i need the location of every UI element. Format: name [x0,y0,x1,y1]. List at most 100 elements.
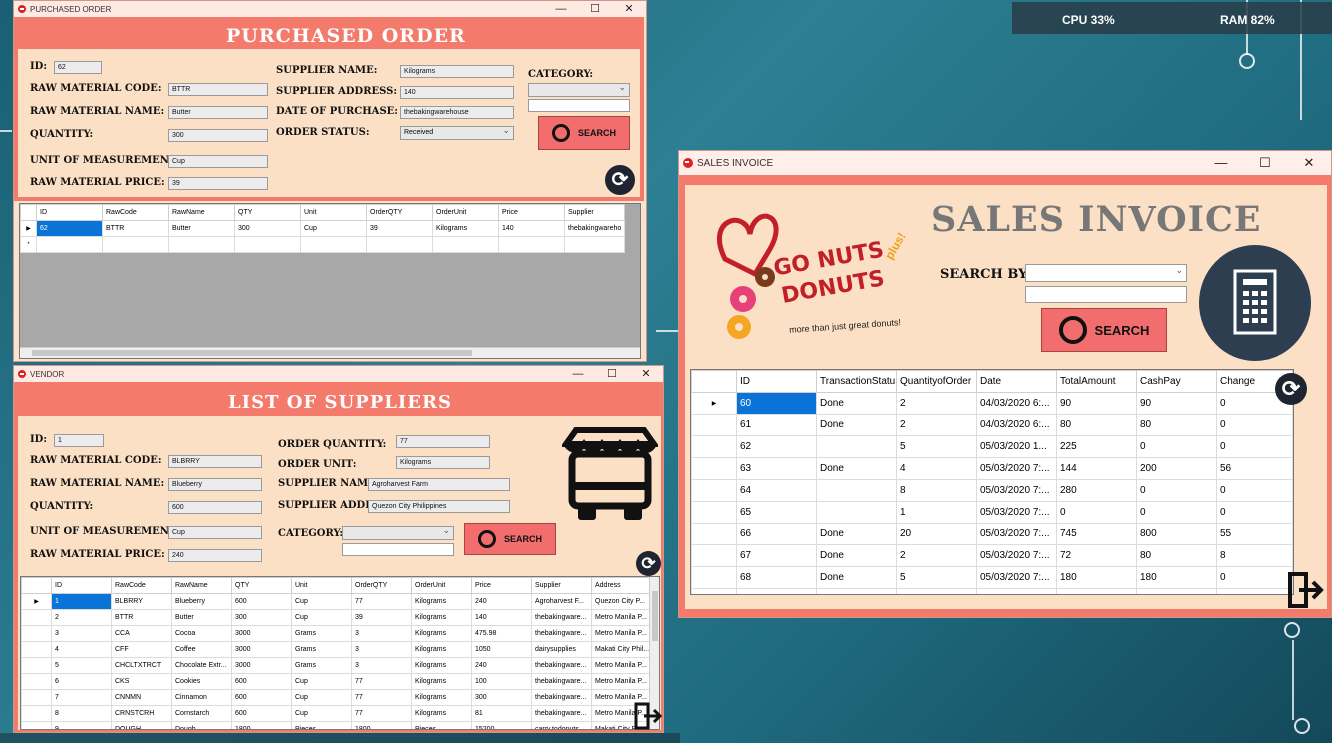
column-header[interactable]: OrderUnit [432,204,499,221]
refresh-icon[interactable]: ⟳ [636,551,661,576]
table-cell[interactable]: 0 [1136,435,1217,459]
table-cell[interactable]: 81 [471,705,532,722]
table-cell[interactable]: Metro Manila P... [591,657,652,674]
table-cell[interactable]: BLBRRY [111,593,172,610]
column-header[interactable]: ID [736,370,817,393]
table-cell[interactable]: 300 [471,689,532,706]
table-cell[interactable]: Done [816,587,897,594]
table-cell[interactable]: Grams [291,641,352,658]
table-cell[interactable]: 745 [1056,522,1137,546]
supplier-grid[interactable]: ID RawCode RawName QTY Unit OrderQTY Ord… [20,576,660,730]
table-cell[interactable]: 180 [1136,566,1217,589]
horizontal-scrollbar[interactable] [20,347,640,358]
table-cell[interactable]: 3 [351,657,412,674]
unit-field[interactable]: Cup [168,155,268,168]
table-cell[interactable]: 3 [351,641,412,658]
table-cell[interactable]: 80 [1056,413,1137,437]
search-button[interactable]: SEARCH [538,116,630,150]
column-header[interactable]: OrderUnit [411,577,472,594]
table-cell[interactable]: 05/03/2020 7:... [976,478,1057,502]
table-cell[interactable]: Agroharvest F... [531,593,592,610]
table-cell[interactable]: 9 [51,721,112,729]
table-cell[interactable]: 66 [736,522,817,546]
raw-name-field[interactable]: Blueberry [168,478,262,491]
table-cell[interactable]: 56 [1216,457,1293,480]
table-cell[interactable]: 77 [351,593,412,610]
table-cell[interactable]: 77 [351,689,412,706]
table-cell[interactable]: 4 [51,641,112,658]
table-row[interactable]: 2 BTTR Butter 300 Cup 39 Kilograms 140 thebaking… [21,609,652,626]
table-cell[interactable]: 5 [896,566,977,589]
table-cell[interactable]: 2 [896,544,977,568]
table-cell[interactable]: Cup [300,220,367,237]
table-cell[interactable]: 0 [1216,566,1293,589]
table-cell[interactable]: 62 [36,220,103,237]
table-row[interactable]: 4 CFF Coffee 3000 Grams 3 Kilograms 1050 dairysu… [21,641,652,658]
table-cell[interactable]: 1800 [351,721,412,729]
supplier-address-field[interactable]: Quezon City Philippines [368,500,510,513]
table-row[interactable]: 67 Done 2 05/03/2020 7:... 72 80 8 [691,544,1293,568]
table-cell[interactable]: 68 [736,566,817,589]
table-cell[interactable]: Cup [291,673,352,690]
table-row[interactable]: 6 CKS Cookies 600 Cup 77 Kilograms 100 thebaking… [21,673,652,690]
table-cell[interactable]: 180 [1056,566,1137,589]
table-cell[interactable]: Kilograms [411,593,472,610]
table-cell[interactable]: Kilograms [411,657,472,674]
table-row[interactable]: 63 Done 4 05/03/2020 7:... 144 200 56 [691,457,1293,480]
table-cell[interactable]: 3 [351,625,412,642]
table-cell[interactable]: Grams [291,625,352,642]
column-header[interactable]: OrderQTY [351,577,412,594]
table-cell[interactable]: dairysupplies [531,641,592,658]
table-row[interactable]: 65 1 05/03/2020 7:... 0 0 0 [691,500,1293,524]
table-cell[interactable]: 8 [51,705,112,722]
table-row[interactable]: 64 8 05/03/2020 7:... 280 0 0 [691,478,1293,502]
table-cell[interactable]: Kilograms [411,641,472,658]
table-cell[interactable]: thebakingware... [531,625,592,642]
table-cell[interactable]: 1 [896,500,977,524]
table-cell[interactable]: 77 [351,705,412,722]
table-cell[interactable]: 1050 [471,641,532,658]
table-cell[interactable]: Kilograms [411,689,472,706]
table-cell[interactable]: 61 [736,413,817,437]
table-cell[interactable]: 140 [471,609,532,626]
table-cell[interactable]: Blueberry [171,593,232,610]
raw-code-field[interactable]: BTTR [168,83,268,96]
table-cell[interactable]: 39 [366,220,433,237]
table-cell[interactable]: 90 [1136,391,1217,415]
table-cell[interactable] [816,478,897,502]
supplier-name-field[interactable]: Agroharvest Farm [368,478,510,491]
table-cell[interactable]: 0 [1056,500,1137,524]
table-cell[interactable]: Done [816,391,897,415]
table-cell[interactable]: Cup [291,705,352,722]
table-cell[interactable]: 0 [1216,478,1293,502]
maximize-button[interactable]: ☐ [1243,151,1287,175]
table-cell[interactable]: 08/03/2020 7:... [976,587,1057,594]
column-header[interactable]: Address [591,577,652,594]
table-cell[interactable]: Metro Manila P... [591,625,652,642]
quantity-field[interactable]: 300 [168,129,268,142]
search-input[interactable] [1025,286,1187,303]
exit-icon[interactable] [634,702,663,730]
table-cell[interactable]: Grams [291,657,352,674]
id-field[interactable]: 1 [54,434,104,447]
column-header[interactable]: Price [498,204,565,221]
table-cell[interactable]: Done [816,522,897,546]
table-cell[interactable]: Metro Manila P... [591,609,652,626]
table-cell[interactable]: BTTR [111,609,172,626]
search-by-dropdown[interactable] [1025,262,1187,282]
table-cell[interactable]: 0 [1136,478,1217,502]
purchase-grid[interactable]: ID RawCode RawName QTY Unit OrderQTY Ord… [19,203,641,359]
unit-field[interactable]: Cup [168,526,262,539]
table-cell[interactable]: 0 [1136,500,1217,524]
table-cell[interactable]: Cup [291,609,352,626]
category-dropdown[interactable] [528,81,630,97]
table-cell[interactable]: Kilograms [411,609,472,626]
table-cell[interactable]: BTTR [102,220,169,237]
column-header[interactable]: QTY [234,204,301,221]
table-cell[interactable]: 80 [1136,544,1217,568]
close-button[interactable]: ✕ [612,1,646,17]
table-cell[interactable]: Cup [291,689,352,706]
table-cell[interactable]: Cocoa [171,625,232,642]
table-cell[interactable]: 72 [1056,544,1137,568]
minimize-button[interactable]: — [561,366,595,382]
